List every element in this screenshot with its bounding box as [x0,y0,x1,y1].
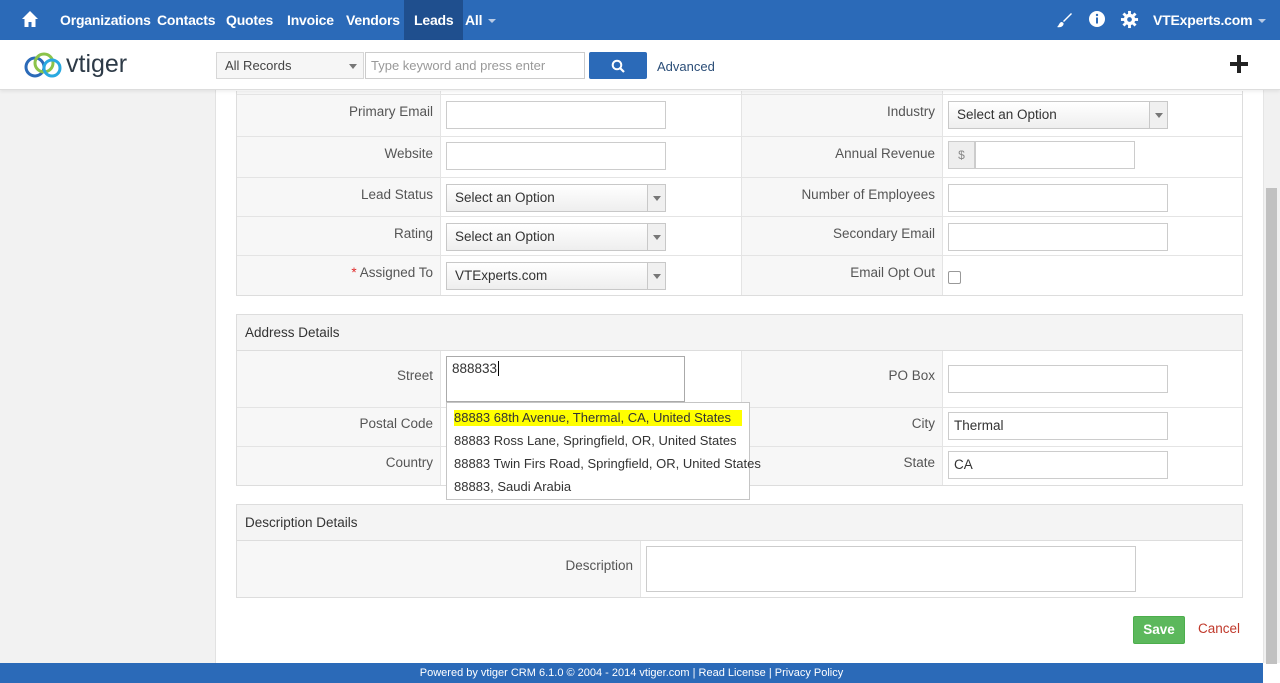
records-select[interactable]: All Records [216,52,364,79]
top-navigation: Organizations Contacts Quotes Invoice Ve… [0,0,1280,40]
nav-invoice[interactable]: Invoice [287,0,334,40]
chevron-down-icon [349,64,357,69]
left-sidebar [0,90,216,663]
description-details-header: Description Details [237,505,1242,541]
website-field[interactable] [446,142,666,170]
street-field-value: 888833 [452,361,498,376]
home-icon[interactable] [20,9,40,29]
primary-email-field[interactable] [446,101,666,129]
street-field[interactable]: 888833 [446,356,685,402]
advanced-search-link[interactable]: Advanced [657,59,715,74]
assigned-to-select-value: VTExperts.com [455,268,548,283]
country-label: Country [385,455,433,470]
annual-revenue-label: Annual Revenue [835,146,935,161]
chevron-down-icon [647,263,665,289]
nav-contacts[interactable]: Contacts [157,0,215,40]
plus-icon[interactable] [1229,54,1249,74]
city-field[interactable]: Thermal [948,412,1168,440]
state-label: State [903,455,935,470]
chevron-down-icon [488,19,497,24]
address-details-header: Address Details [237,315,1242,351]
assigned-to-select[interactable]: VTExperts.com [446,262,666,290]
footer: Powered by vtiger CRM 6.1.0 © 2004 - 201… [0,663,1263,683]
autocomplete-item[interactable]: 88883 68th Avenue, Thermal, CA, United S… [454,410,742,426]
nav-organizations[interactable]: Organizations [60,0,151,40]
po-box-field[interactable] [948,365,1168,393]
assigned-to-label-text: Assigned To [359,265,433,280]
chevron-down-icon [647,224,665,250]
secondary-email-field[interactable] [948,223,1168,251]
industry-select[interactable]: Select an Option [948,101,1168,129]
logo-text: vtiger [66,50,128,78]
search-input[interactable]: Type keyword and press enter [365,52,585,79]
chevron-down-icon [647,185,665,211]
city-label: City [911,416,935,431]
autocomplete-item[interactable]: 88883 Twin Firs Road, Springfield, OR, U… [454,456,761,472]
save-button[interactable]: Save [1133,616,1185,644]
secondary-email-label: Secondary Email [832,226,935,241]
autocomplete-item[interactable]: 88883, Saudi Arabia [454,479,571,495]
currency-prefix: $ [948,141,975,169]
gear-icon[interactable] [1120,10,1139,29]
text-cursor [498,361,500,376]
annual-revenue-field[interactable] [975,141,1135,169]
number-of-employees-label: Number of Employees [801,187,935,202]
assigned-to-label: * Assigned To [240,265,433,280]
nav-leads[interactable]: Leads [404,0,464,40]
primary-email-label: Primary Email [348,104,433,119]
nav-all[interactable]: All [465,0,497,40]
nav-quotes[interactable]: Quotes [226,0,273,40]
lead-status-label: Lead Status [360,187,433,202]
state-field[interactable]: CA [948,451,1168,479]
lead-status-select-value: Select an Option [455,190,555,205]
records-select-value: All Records [225,58,292,73]
scrollbar-thumb[interactable] [1266,188,1277,664]
search-bar: vtiger All Records Type keyword and pres… [0,40,1280,90]
website-label: Website [384,146,433,161]
search-icon [611,59,625,73]
postal-code-label: Postal Code [359,416,433,431]
number-of-employees-field[interactable] [948,184,1168,212]
cancel-link[interactable]: Cancel [1198,621,1240,636]
paintbrush-icon[interactable] [1055,11,1073,29]
address-autocomplete: 88883 68th Avenue, Thermal, CA, United S… [446,402,761,500]
chevron-down-icon [1149,102,1167,128]
street-label: Street [396,368,433,383]
rating-label: Rating [393,226,433,241]
industry-select-value: Select an Option [957,107,1057,122]
chevron-down-icon [1258,19,1267,24]
email-opt-out-checkbox[interactable] [948,271,961,284]
rating-select-value: Select an Option [455,229,555,244]
user-name: VTExperts.com [1153,12,1253,28]
search-button[interactable] [589,52,647,79]
user-menu[interactable]: VTExperts.com [1153,0,1267,40]
info-icon[interactable] [1088,10,1106,28]
industry-label: Industry [886,104,935,119]
required-marker: * [351,265,357,280]
divider [640,541,641,597]
description-field[interactable] [646,546,1136,592]
email-opt-out-label: Email Opt Out [850,265,935,280]
nav-all-label: All [465,12,483,28]
po-box-label: PO Box [888,368,935,383]
nav-vendors[interactable]: Vendors [346,0,400,40]
lead-status-select[interactable]: Select an Option [446,184,666,212]
autocomplete-item[interactable]: 88883 Ross Lane, Springfield, OR, United… [454,433,737,449]
rating-select[interactable]: Select an Option [446,223,666,251]
description-label: Description [565,558,633,573]
